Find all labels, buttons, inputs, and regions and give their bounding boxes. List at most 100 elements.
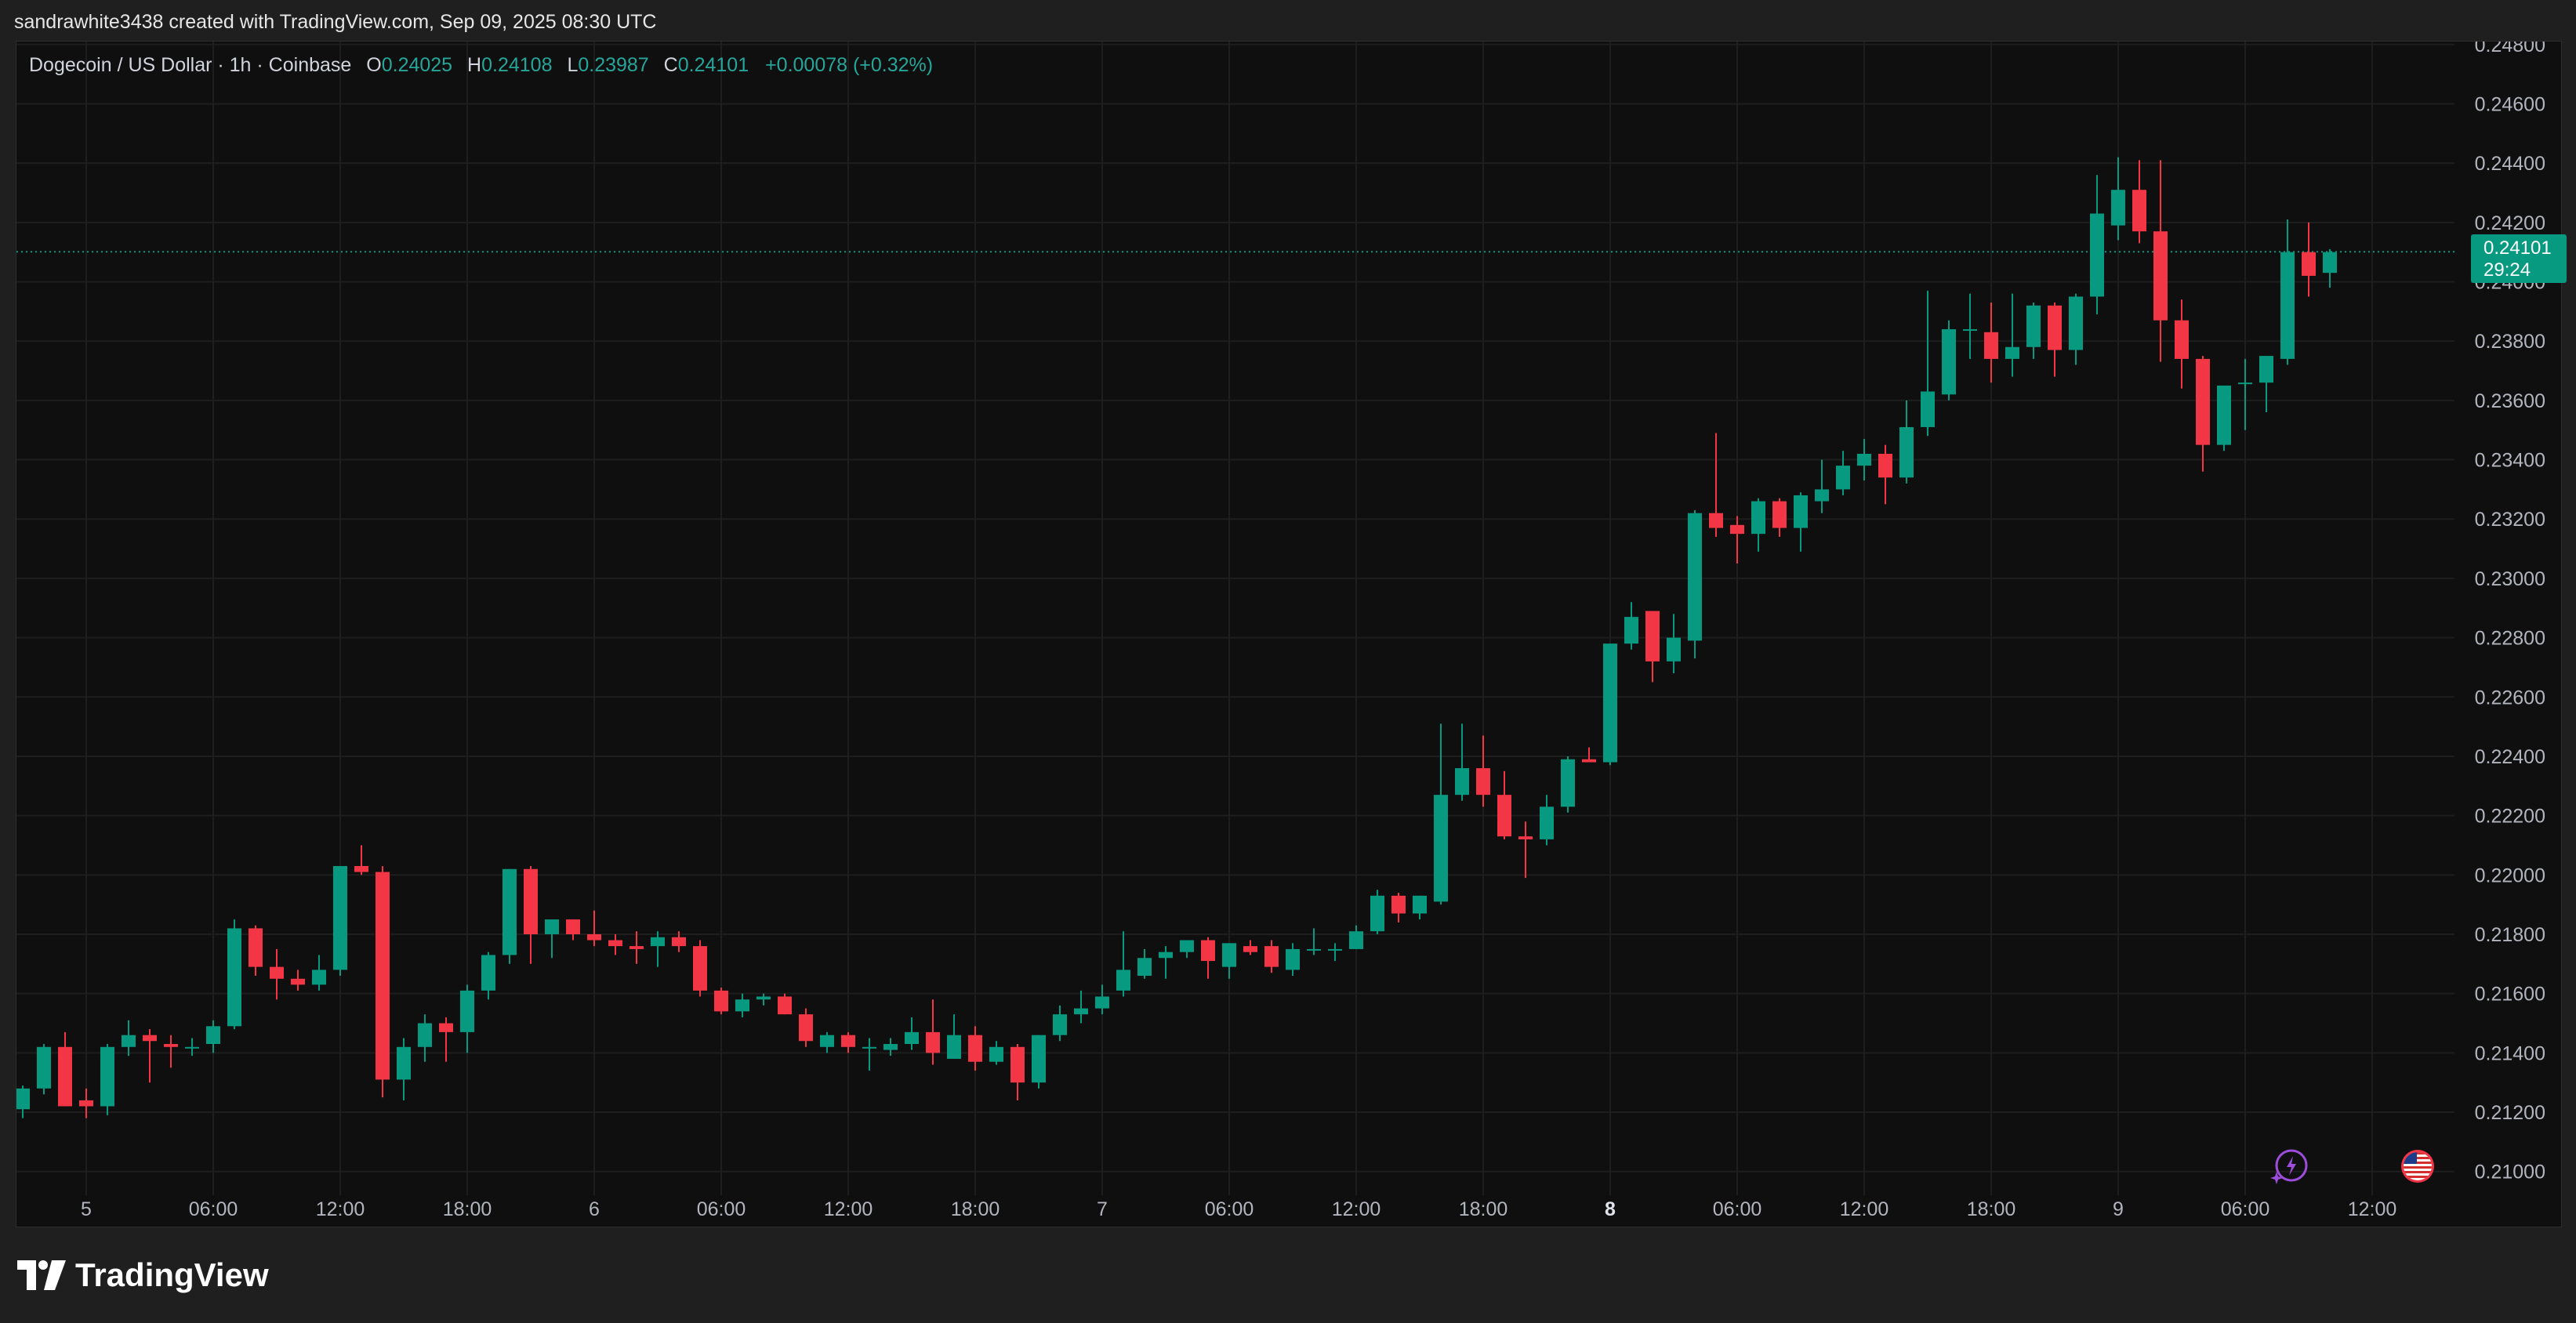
- last-price-tag: 0.24101 29:24: [2471, 234, 2567, 283]
- close-value: 0.24101: [677, 54, 749, 76]
- candle-body: [397, 1046, 411, 1080]
- candle-body: [2259, 356, 2273, 383]
- candle: [2005, 293, 2019, 377]
- candle-body: [1624, 617, 1638, 644]
- candle-body: [1540, 806, 1554, 839]
- candle-body: [566, 919, 580, 935]
- candle: [354, 845, 368, 875]
- price-tick-label: 0.24600: [2475, 93, 2545, 115]
- candle-body: [1434, 795, 1448, 902]
- price-tick-label: 0.23400: [2475, 450, 2545, 472]
- candle: [735, 993, 749, 1017]
- candle-body: [312, 970, 326, 985]
- candle-body: [1010, 1046, 1025, 1083]
- candle: [206, 1020, 220, 1053]
- candle: [227, 919, 241, 1030]
- candle-body: [1455, 768, 1469, 796]
- candle-body: [1307, 948, 1321, 951]
- candle: [1222, 943, 1236, 979]
- candle-body: [2132, 190, 2146, 232]
- candle-body: [1032, 1035, 1046, 1083]
- candle-body: [1730, 524, 1744, 535]
- candle: [1159, 946, 1173, 979]
- candle: [37, 1044, 51, 1095]
- candle: [1307, 928, 1321, 955]
- candle-body: [439, 1023, 453, 1032]
- candle-body: [2196, 358, 2210, 445]
- time-tick-label: 18:00: [443, 1198, 492, 1220]
- price-tick-label: 0.21600: [2475, 984, 2545, 1006]
- candle-body: [1413, 895, 1427, 914]
- candle-body: [79, 1100, 93, 1107]
- open-value: 0.24025: [381, 54, 453, 76]
- candle-body: [2069, 296, 2083, 350]
- price-tick-label: 0.22600: [2475, 687, 2545, 709]
- time-axis[interactable]: 5 06:00 12:00 18:00 6 06:00 12:00 18:00 7 06:00 12…: [81, 1198, 2396, 1220]
- candle-body: [1667, 637, 1681, 662]
- candle: [100, 1044, 114, 1115]
- time-tick-label: 8: [1605, 1198, 1616, 1220]
- time-tick-label: 06:00: [1713, 1198, 1762, 1220]
- candle: [58, 1031, 72, 1107]
- candle-body: [1984, 332, 1998, 359]
- tradingview-logo[interactable]: TradingView: [17, 1256, 269, 1294]
- candle: [2196, 356, 2210, 472]
- candle-body: [1603, 643, 1617, 763]
- candle-body: [1794, 495, 1808, 528]
- change-value: +0.00078 (+0.32%): [765, 54, 934, 76]
- candle: [1053, 1005, 1067, 1042]
- candle: [249, 925, 263, 976]
- candle-body: [2302, 252, 2316, 276]
- candle: [1074, 990, 1088, 1024]
- time-tick-label: 7: [1097, 1198, 1108, 1220]
- candle-body: [2090, 213, 2104, 297]
- candle: [1857, 439, 1871, 481]
- time-tick-label: 5: [81, 1198, 92, 1220]
- candle: [2111, 157, 2125, 241]
- candle: [1095, 984, 1109, 1015]
- candle-body: [1137, 958, 1152, 976]
- candle: [2069, 293, 2083, 365]
- candle-body: [58, 1046, 72, 1107]
- lightning-icon[interactable]: [2270, 1147, 2309, 1190]
- candle-body: [1286, 948, 1300, 970]
- time-tick-label: 18:00: [951, 1198, 1000, 1220]
- candle-body: [1518, 836, 1533, 839]
- candle-body: [1074, 1008, 1088, 1015]
- candle-body: [1349, 931, 1363, 949]
- candle-body: [418, 1023, 432, 1047]
- candle-body: [2238, 382, 2252, 385]
- symbol-label[interactable]: Dogecoin / US Dollar · 1h · Coinbase: [29, 54, 351, 76]
- candle: [122, 1020, 136, 1057]
- time-tick-label: 06:00: [1205, 1198, 1254, 1220]
- time-tick-label: 12:00: [2348, 1198, 2397, 1220]
- us-flag-icon[interactable]: [2400, 1148, 2436, 1188]
- chart-credit: sandrawhite3438 created with TradingView…: [14, 11, 657, 33]
- chart-pane[interactable]: 0.21000 0.21200 0.21400 0.21600 0.21800 0.220…: [16, 41, 2567, 1227]
- candle-body: [883, 1044, 898, 1050]
- candle: [524, 865, 538, 964]
- candle-body: [1391, 895, 1406, 914]
- candle: [418, 1014, 432, 1062]
- candle: [756, 993, 771, 1006]
- candle: [1264, 940, 1279, 973]
- candlestick-chart[interactable]: 0.21000 0.21200 0.21400 0.21600 0.21800 0.220…: [16, 42, 2561, 1227]
- price-tick-label: 0.23200: [2475, 509, 2545, 531]
- candle-body: [1053, 1014, 1067, 1035]
- bar-countdown: 29:24: [2483, 259, 2531, 281]
- price-tick-label: 0.22800: [2475, 628, 2545, 650]
- candle-body: [820, 1035, 834, 1047]
- candle-body: [2280, 252, 2295, 359]
- candle: [291, 970, 305, 991]
- candle-body: [1582, 759, 1596, 763]
- candle-body: [1857, 453, 1871, 466]
- candle-body: [926, 1031, 940, 1053]
- candle: [1518, 821, 1533, 879]
- candle: [693, 940, 707, 997]
- candle: [1476, 735, 1490, 807]
- price-tick-label: 0.21400: [2475, 1042, 2545, 1064]
- price-axis[interactable]: 0.21000 0.21200 0.21400 0.21600 0.21800 0.220…: [2475, 42, 2545, 1183]
- candle: [16, 1085, 30, 1118]
- candle-body: [756, 996, 771, 1000]
- candle-body: [503, 868, 517, 955]
